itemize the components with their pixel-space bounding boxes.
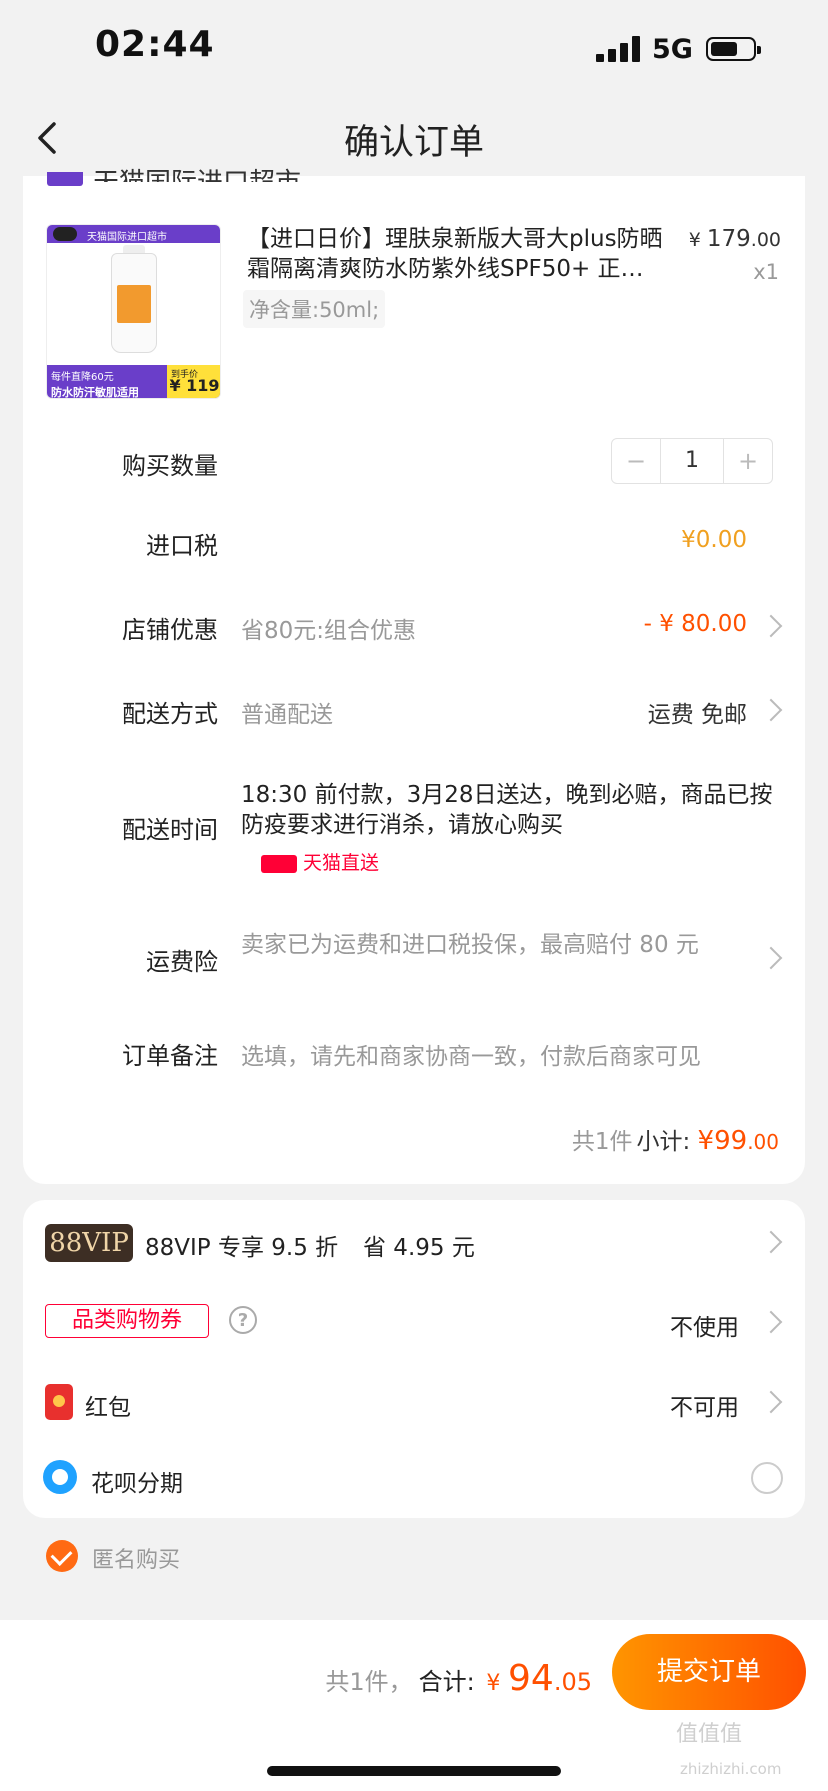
- plus-button[interactable]: +: [724, 439, 772, 483]
- subtotal: 共1件 小计: ¥99.00: [571, 1126, 779, 1156]
- product-quantity: x1: [753, 260, 779, 284]
- red-envelope-icon: [45, 1384, 73, 1420]
- order-note-input[interactable]: 选填，请先和商家协商一致，付款后商家可见: [241, 1037, 701, 1071]
- shop-name[interactable]: 天猫国际进口超市: [93, 162, 301, 182]
- shipping-fee: 运费 免邮: [647, 702, 747, 728]
- signal-icon: [596, 36, 640, 62]
- vip-text: 88VIP 专享 9.5 折: [145, 1235, 339, 1261]
- anonymous-checkbox[interactable]: [46, 1540, 78, 1572]
- status-time: 02:44: [95, 24, 215, 65]
- coupon-value: 不使用: [670, 1315, 739, 1341]
- help-icon[interactable]: ?: [229, 1306, 257, 1334]
- tmall-cat-icon: [261, 854, 297, 873]
- minus-button[interactable]: −: [612, 439, 660, 483]
- product-spec: 净含量:50ml;: [243, 290, 386, 328]
- image-adv-text: 防水防汗敏肌适用: [51, 386, 139, 399]
- shipping-desc: 普通配送: [241, 702, 333, 728]
- promo-card: 88VIP 88VIP 专享 9.5 折 省 4.95 元 品类购物券 ? 不使…: [23, 1200, 805, 1518]
- delivery-time-label: 配送时间: [122, 816, 218, 844]
- image-banner-text: 天猫国际进口超市: [87, 232, 167, 243]
- coupon-badge: 品类购物券: [45, 1304, 209, 1338]
- watermark: 值值值: [676, 1722, 743, 1747]
- chevron-right-icon: [759, 698, 783, 722]
- huabei-label: 花呗分期: [91, 1471, 183, 1497]
- tmall-logo-icon: [53, 227, 77, 241]
- bottom-bar: 共1件， 合计: ¥ 94.05 提交订单 值值值 zhizhizhi.com: [0, 1620, 828, 1791]
- chevron-right-icon: [759, 1230, 783, 1254]
- product-title[interactable]: 【进口日价】理肤泉新版大哥大plus防晒霜隔离清爽防水防紫外线SPF50+ 正…: [247, 224, 667, 284]
- shop-discount-value: - ¥ 80.00: [643, 611, 747, 637]
- quantity-label: 购买数量: [122, 452, 218, 480]
- submit-order-button[interactable]: 提交订单: [612, 1634, 806, 1710]
- page-title: 确认订单: [343, 123, 484, 163]
- huabei-icon: [43, 1460, 77, 1494]
- vip-save: 省 4.95 元: [363, 1235, 475, 1261]
- huabei-radio[interactable]: [751, 1462, 783, 1494]
- image-price: 到手价 ¥ 119: [167, 365, 220, 398]
- chevron-right-icon: [759, 614, 783, 638]
- delivery-time-desc: 18:30 前付款，3月28日送达，晚到必赔，商品已按防疫要求进行消杀，请放心购…: [241, 782, 773, 838]
- quantity-value[interactable]: 1: [660, 439, 724, 483]
- shop-discount-label: 店铺优惠: [122, 616, 218, 644]
- image-sale-text: 每件直降60元: [51, 372, 114, 383]
- vip-badge: 88VIP: [45, 1224, 133, 1262]
- order-note-label: 订单备注: [122, 1042, 218, 1070]
- hongbao-value: 不可用: [670, 1395, 739, 1421]
- chevron-right-icon: [759, 946, 783, 970]
- total: 共1件， 合计: ¥ 94.05: [325, 1658, 592, 1699]
- chevron-right-icon: [759, 1390, 783, 1414]
- tmall-direct-badge: 天猫直送: [261, 848, 379, 875]
- shop-logo-icon: [47, 172, 83, 186]
- shop-discount-desc: 省80元:组合优惠: [241, 618, 417, 644]
- status-bar: 02:44 5G: [0, 0, 828, 100]
- shipping-label: 配送方式: [122, 700, 218, 728]
- import-tax-value: ¥0.00: [681, 527, 747, 553]
- order-card: 天猫国际进口超市 天猫国际进口超市 每件直降60元 防水防汗敏肌适用 到手价¥ …: [23, 168, 805, 1184]
- network-type: 5G: [652, 34, 693, 65]
- chevron-right-icon: [759, 1310, 783, 1334]
- product-price: ¥179.00: [688, 226, 781, 252]
- product-image[interactable]: 天猫国际进口超市 每件直降60元 防水防汗敏肌适用 到手价 ¥ 119: [46, 224, 221, 399]
- freight-insurance-label: 运费险: [146, 948, 218, 976]
- freight-insurance-desc: 卖家已为运费和进口税投保，最高赔付 80 元: [241, 932, 699, 958]
- battery-icon: [706, 37, 761, 61]
- quantity-stepper: − 1 +: [611, 438, 773, 484]
- import-tax-label: 进口税: [146, 532, 218, 560]
- home-indicator[interactable]: [267, 1766, 561, 1776]
- hongbao-label: 红包: [85, 1395, 131, 1421]
- watermark-url: zhizhizhi.com: [680, 1760, 782, 1778]
- anonymous-label: 匿名购买: [92, 1548, 181, 1573]
